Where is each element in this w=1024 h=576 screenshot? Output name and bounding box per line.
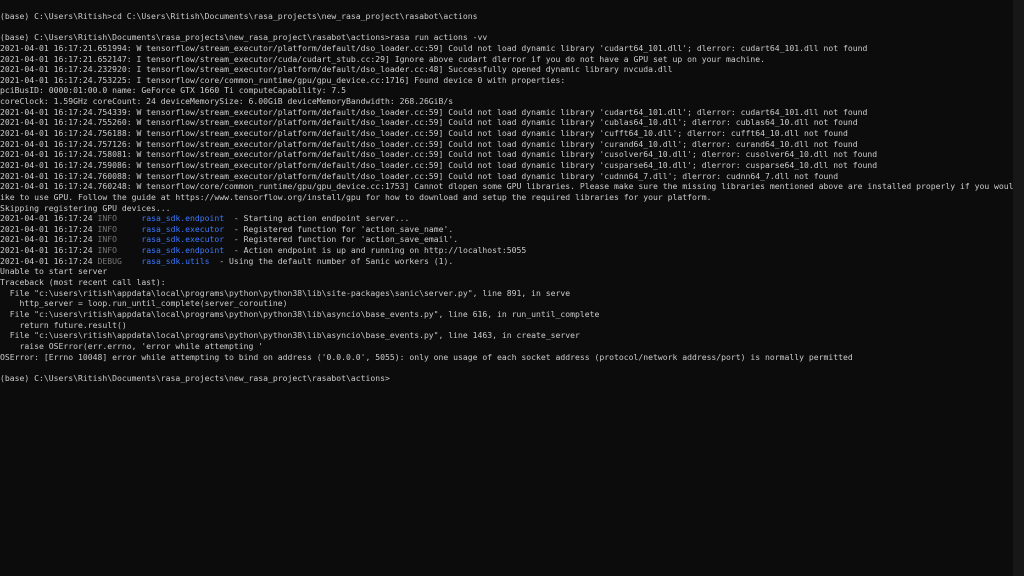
terminal-line: 2021-04-01 16:17:24 INFO rasa_sdk.endpoi… xyxy=(0,245,1013,256)
terminal-line: Skipping registering GPU devices... xyxy=(0,202,171,213)
terminal-output[interactable]: (base) C:\Users\Ritish>cd C:\Users\Ritis… xyxy=(0,0,1013,576)
log-timestamp: 2021-04-01 16:17:24 xyxy=(0,223,98,234)
log-gap xyxy=(224,213,234,223)
terminal-line: 2021-04-01 16:17:24.754339: W tensorflow… xyxy=(0,106,868,117)
vertical-scrollbar[interactable] xyxy=(1013,0,1024,576)
terminal-line: 2021-04-01 16:17:24.755260: W tensorflow… xyxy=(0,117,858,128)
terminal-line: File "c:\users\ritish\appdata\local\prog… xyxy=(0,308,600,319)
log-timestamp: 2021-04-01 16:17:24 xyxy=(0,255,98,266)
terminal-line: ike to use GPU. Follow the guide at http… xyxy=(0,191,712,202)
log-message: - Registered function for 'action_save_n… xyxy=(233,223,454,234)
terminal-line: File "c:\users\ritish\appdata\local\prog… xyxy=(0,330,580,341)
log-gap xyxy=(224,224,234,234)
log-level: DEBUG xyxy=(97,255,142,266)
terminal-line: Traceback (most recent call last): xyxy=(0,277,166,288)
log-message: - Starting action endpoint server... xyxy=(233,213,410,224)
terminal-line: (base) C:\Users\Ritish\Documents\rasa_pr… xyxy=(0,32,488,43)
terminal-line: coreClock: 1.59GHz coreCount: 24 deviceM… xyxy=(0,96,454,107)
terminal-line: Unable to start server xyxy=(0,266,108,277)
terminal-line: OSError: [Errno 10048] error while attem… xyxy=(0,351,853,362)
terminal-line: 2021-04-01 16:17:24.757126: W tensorflow… xyxy=(0,138,858,149)
terminal-line: pciBusID: 0000:01:00.0 name: GeForce GTX… xyxy=(0,85,346,96)
log-message: - Action endpoint is up and running on h… xyxy=(233,245,527,256)
log-logger-name: rasa_sdk.utils xyxy=(141,255,210,266)
terminal-line: 2021-04-01 16:17:24.759086: W tensorflow… xyxy=(0,159,878,170)
log-timestamp: 2021-04-01 16:17:24 xyxy=(0,234,98,245)
terminal-line: http_server = loop.run_until_complete(se… xyxy=(0,298,288,309)
log-logger-name: rasa_sdk.endpoint xyxy=(141,213,225,224)
log-timestamp: 2021-04-01 16:17:24 xyxy=(0,245,98,256)
log-logger-name: rasa_sdk.endpoint xyxy=(141,245,225,256)
terminal-line: 2021-04-01 16:17:24.756188: W tensorflow… xyxy=(0,128,848,139)
terminal-line: 2021-04-01 16:17:24 INFO rasa_sdk.endpoi… xyxy=(0,213,1013,224)
terminal-line: 2021-04-01 16:17:24.753225: I tensorflow… xyxy=(0,74,566,85)
terminal-line: (base) C:\Users\Ritish\Documents\rasa_pr… xyxy=(0,372,390,383)
terminal-line: 2021-04-01 16:17:21.652147: I tensorflow… xyxy=(0,53,766,64)
log-gap xyxy=(224,245,234,255)
log-level: INFO xyxy=(97,213,142,224)
terminal-line: 2021-04-01 16:17:24.758081: W tensorflow… xyxy=(0,149,878,160)
log-level: INFO xyxy=(97,223,142,234)
terminal-line: 2021-04-01 16:17:24 INFO rasa_sdk.execut… xyxy=(0,224,1013,235)
terminal-line: 2021-04-01 16:17:24 INFO rasa_sdk.execut… xyxy=(0,234,1013,245)
log-logger-name: rasa_sdk.executor xyxy=(141,234,225,245)
log-gap xyxy=(210,256,220,266)
log-gap xyxy=(224,234,234,244)
log-timestamp: 2021-04-01 16:17:24 xyxy=(0,213,98,224)
terminal-line: 2021-04-01 16:17:24 DEBUG rasa_sdk.utils… xyxy=(0,256,1013,267)
terminal-line: File "c:\users\ritish\appdata\local\prog… xyxy=(0,287,571,298)
log-level: INFO xyxy=(97,245,142,256)
log-message: - Using the default number of Sanic work… xyxy=(219,255,454,266)
terminal-line: return future.result() xyxy=(0,319,127,330)
terminal-line: 2021-04-01 16:17:21.651994: W tensorflow… xyxy=(0,42,868,53)
terminal-line: 2021-04-01 16:17:24.760088: W tensorflow… xyxy=(0,170,839,181)
terminal-line: 2021-04-01 16:17:24.232920: I tensorflow… xyxy=(0,64,673,75)
log-logger-name: rasa_sdk.executor xyxy=(141,223,225,234)
terminal-line: (base) C:\Users\Ritish>cd C:\Users\Ritis… xyxy=(0,11,478,21)
log-level: INFO xyxy=(97,234,142,245)
terminal-line: 2021-04-01 16:17:24.760248: W tensorflow… xyxy=(0,181,1013,192)
terminal-line: raise OSError(err.errno, 'error while at… xyxy=(0,340,264,351)
log-message: - Registered function for 'action_save_e… xyxy=(233,234,459,245)
